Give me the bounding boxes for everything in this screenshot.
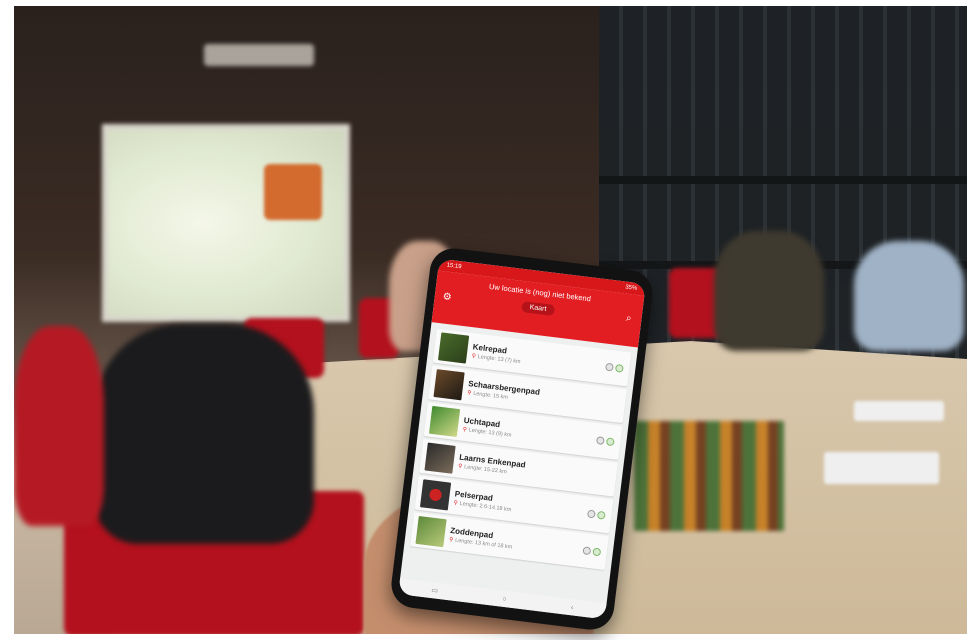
map-button[interactable]: Kaart — [521, 301, 555, 316]
gray-dot-icon — [582, 546, 592, 556]
projection-screen — [102, 124, 350, 322]
gear-icon[interactable]: ⚙ — [442, 291, 452, 303]
route-thumbnail — [415, 516, 447, 548]
projected-logo — [264, 164, 322, 220]
phone-screen: 15:19 35% Uw locatie is (nog) niet beken… — [398, 258, 646, 620]
status-time: 15:19 — [446, 262, 462, 271]
pin-icon: ⚲ — [471, 352, 477, 360]
recent-apps-icon[interactable]: ▭ — [431, 586, 439, 595]
gray-dot-icon — [586, 509, 596, 519]
person — [14, 326, 104, 526]
projector — [204, 44, 314, 66]
person — [94, 324, 314, 544]
gray-dot-icon — [595, 436, 605, 446]
route-thumbnail — [433, 369, 465, 401]
paper — [854, 401, 944, 421]
status-battery: 35% — [624, 284, 638, 292]
pin-icon: ⚲ — [448, 536, 454, 543]
pin-icon: ⚲ — [457, 462, 463, 470]
route-thumbnail — [437, 332, 470, 364]
route-thumbnail — [428, 405, 461, 438]
home-icon[interactable]: ○ — [502, 595, 507, 602]
person — [714, 231, 824, 351]
bottles — [634, 421, 784, 531]
back-icon[interactable]: ‹ — [571, 604, 574, 611]
pin-icon: ⚲ — [466, 389, 472, 396]
green-dot-icon — [605, 437, 615, 447]
green-dot-icon — [596, 510, 606, 520]
route-thumbnail — [419, 479, 452, 511]
gray-dot-icon — [604, 362, 614, 372]
green-dot-icon — [592, 547, 602, 557]
pin-icon: ⚲ — [462, 426, 468, 433]
search-icon[interactable]: ⌕ — [625, 313, 632, 325]
smartphone: 15:19 35% Uw locatie is (nog) niet beken… — [388, 245, 656, 633]
pin-icon: ⚲ — [453, 499, 459, 507]
green-dot-icon — [614, 363, 624, 373]
route-list: Kelrepad ⚲Lengte: 13 (7) km Schaarsberge… — [403, 322, 638, 577]
person — [854, 241, 964, 351]
paper — [824, 452, 939, 484]
route-thumbnail — [424, 442, 456, 474]
